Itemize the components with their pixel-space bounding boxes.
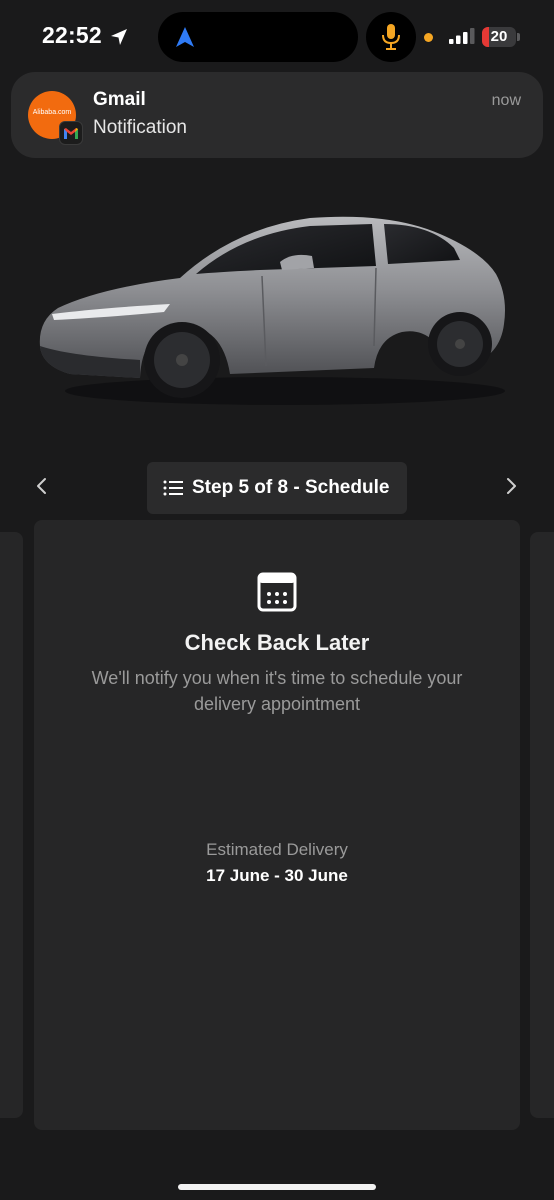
battery-indicator: 20 <box>482 27 516 47</box>
cellular-signal-icon <box>449 28 475 44</box>
gmail-icon <box>59 121 83 145</box>
battery-tip <box>517 33 520 41</box>
calendar-icon <box>257 572 297 612</box>
status-time: 22:52 <box>42 22 102 48</box>
battery-level: 20 <box>490 28 508 45</box>
notification-app-name: Gmail <box>93 89 146 110</box>
next-step-card[interactable] <box>530 532 554 1118</box>
microphone-icon <box>382 24 400 50</box>
logo-wordmark: Alibaba.com <box>32 109 72 116</box>
card-description: We'll notify you when it's time to sched… <box>91 668 463 714</box>
home-indicator[interactable] <box>178 1184 376 1190</box>
notification-time: now <box>491 92 521 109</box>
step-label: Step 5 of 8 - Schedule <box>192 477 390 498</box>
vehicle-image <box>39 216 506 405</box>
chevron-right-icon[interactable] <box>499 472 523 500</box>
estimated-delivery-label: Estimated Delivery <box>206 840 348 859</box>
notification-banner[interactable]: Alibaba.com Gmail Notification now <box>11 72 543 158</box>
step-selector-button[interactable]: Step 5 of 8 - Schedule <box>147 462 407 514</box>
notification-message: Notification <box>93 117 187 138</box>
status-bar: 22:52 20 <box>0 0 554 76</box>
list-icon <box>163 480 183 496</box>
navigation-arrow-icon <box>176 27 194 47</box>
estimated-delivery-value: 17 June - 30 June <box>206 866 348 885</box>
schedule-card: Check Back Later We'll notify you when i… <box>34 520 520 1130</box>
privacy-indicator-dot <box>424 33 433 42</box>
card-title: Check Back Later <box>184 630 370 655</box>
chevron-left-icon[interactable] <box>30 472 54 500</box>
location-arrow-icon <box>111 29 127 45</box>
previous-step-card[interactable] <box>0 532 23 1118</box>
